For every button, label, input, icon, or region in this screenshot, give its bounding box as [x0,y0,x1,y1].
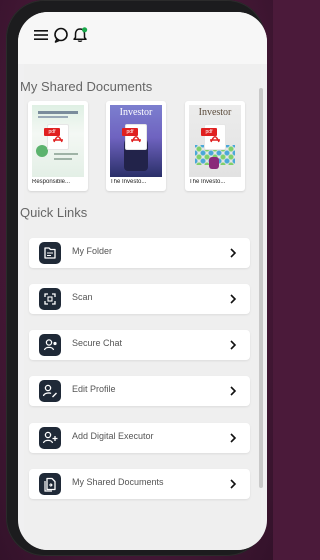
cover-masthead: Investor [198,107,232,118]
shared-documents-title: My Shared Documents [20,79,153,94]
quick-link-my-shared-documents[interactable]: My Shared Documents [29,469,250,499]
quick-link-label: My Shared Documents [72,477,164,487]
document-thumbnail: Investor pdf [110,105,162,177]
chat-icon[interactable] [52,26,70,44]
document-caption: The Investo... [110,179,147,185]
chevron-right-icon [230,294,237,304]
secure-chat-icon [39,334,61,356]
quick-link-label: Add Digital Executor [72,431,154,441]
notification-dot [82,27,88,33]
document-caption: The Investo... [189,179,226,185]
cover-masthead: Investor [119,107,153,118]
shared-document-card[interactable]: Investor pdf The Investo... [106,101,166,191]
scrollbar[interactable] [259,88,263,488]
quick-link-label: Edit Profile [72,384,116,394]
pdf-icon: pdf [201,123,226,150]
chevron-right-icon [230,340,237,350]
scan-icon [39,288,61,310]
document-caption: Responsible... [32,179,71,185]
pdf-icon: pdf [44,123,69,150]
bell-icon[interactable] [71,26,89,44]
quick-link-secure-chat[interactable]: Secure Chat [29,330,250,360]
quick-link-scan[interactable]: Scan [29,284,250,314]
folder-icon [39,242,61,264]
quick-link-label: My Folder [72,246,113,256]
edit-profile-icon [39,380,61,402]
shared-document-card[interactable]: pdf Responsible... [28,101,88,191]
chevron-right-icon [230,479,237,489]
quick-link-edit-profile[interactable]: Edit Profile [29,376,250,406]
shared-document-card[interactable]: Investor pdf The Investo... [185,101,245,191]
quick-link-label: Scan [72,292,93,302]
chevron-right-icon [230,248,237,258]
quick-links-title: Quick Links [20,205,88,220]
pdf-icon: pdf [122,123,147,150]
document-thumbnail: pdf [32,105,84,177]
add-executor-icon [39,427,61,449]
chevron-right-icon [230,386,237,396]
quick-link-label: Secure Chat [72,338,123,348]
quick-link-my-folder[interactable]: My Folder [29,238,250,268]
document-thumbnail: Investor pdf [189,105,241,177]
quick-link-add-digital-executor[interactable]: Add Digital Executor [29,423,250,453]
menu-icon[interactable] [32,26,50,44]
top-bar [18,12,267,64]
shared-documents-icon [39,473,61,495]
chevron-right-icon [230,433,237,443]
